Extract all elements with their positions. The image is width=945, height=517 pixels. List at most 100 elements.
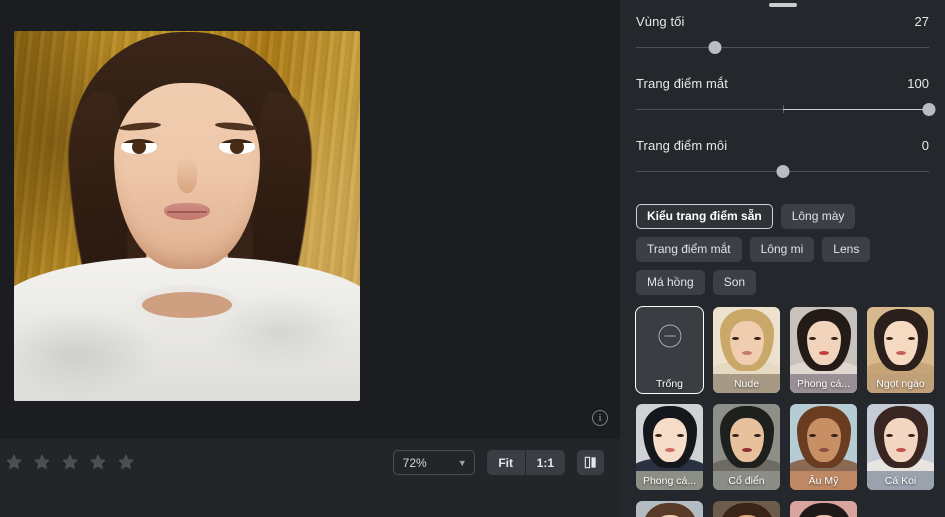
preset-portrait-eye-right: [754, 337, 761, 340]
slider-value: 0: [922, 138, 929, 153]
star-icon[interactable]: [61, 453, 79, 471]
slider-knob[interactable]: [923, 103, 936, 116]
zoom-controls: 72% ▼ Fit 1:1: [393, 450, 604, 475]
slider-header: Trang điểm mắt 100: [636, 76, 929, 91]
preset-thumbnail[interactable]: Cá Koi: [867, 404, 934, 490]
one-to-one-button[interactable]: 1:1: [525, 450, 565, 475]
preset-portrait-eye-right: [908, 434, 915, 437]
slider-header: Vùng tối 27: [636, 14, 929, 29]
preset-thumbnail[interactable]: Âu Mỹ: [790, 404, 857, 490]
slider-track[interactable]: [636, 165, 929, 179]
preset-portrait-lips: [819, 351, 829, 355]
slider-knob[interactable]: [776, 165, 789, 178]
preset-portrait-lips: [742, 448, 752, 452]
canvas-area: i 72% ▼ Fit 1:1: [0, 0, 620, 517]
preset-portrait-face: [884, 321, 918, 365]
fit-button[interactable]: Fit: [487, 450, 525, 475]
preset-thumbnail-label: Âu Mỹ: [790, 471, 857, 490]
slider-row: Trang điểm môi 0: [636, 138, 929, 179]
preset-portrait-eye-right: [908, 337, 915, 340]
star-icon[interactable]: [117, 453, 135, 471]
preset-thumbnail-label: Cổ điển: [713, 471, 780, 490]
preset-portrait-eye-left: [886, 434, 893, 437]
compare-split-button[interactable]: [577, 450, 604, 475]
slider-track[interactable]: [636, 41, 929, 55]
preset-thumbnail-label: Phong cá...: [790, 374, 857, 393]
slider-value: 27: [915, 14, 929, 29]
preset-thumbnail-label: Phong cá...: [636, 471, 703, 490]
preset-portrait-eye-right: [754, 434, 761, 437]
preset-thumbnail[interactable]: Ngọt ngào: [867, 307, 934, 393]
slider-rail: [636, 47, 929, 48]
zoom-level-value: 72%: [403, 456, 427, 470]
preset-portrait-eye-right: [677, 434, 684, 437]
photo-subject-lips: [164, 203, 210, 220]
slider-track[interactable]: [636, 103, 929, 117]
photo-subject-nose: [177, 157, 197, 193]
category-chip[interactable]: Lông mi: [750, 237, 815, 262]
photo-subject-eye-left: [121, 139, 157, 154]
photo-subject-shirt: [14, 257, 360, 401]
slider-value: 100: [907, 76, 929, 91]
preset-thumbnail-image: [636, 501, 703, 517]
preset-thumbnail[interactable]: [636, 501, 703, 517]
preset-thumbnail-image: [790, 501, 857, 517]
preset-portrait-eye-left: [732, 434, 739, 437]
zoom-level-select[interactable]: 72% ▼: [393, 450, 475, 475]
preset-portrait-face: [807, 321, 841, 365]
category-chip[interactable]: Má hồng: [636, 270, 705, 295]
preset-portrait-lips: [896, 351, 906, 355]
zoom-mode-group: Fit 1:1: [487, 450, 565, 475]
preset-thumbnail[interactable]: Phong cá...: [636, 404, 703, 490]
panel-drag-handle[interactable]: [769, 3, 797, 7]
star-icon[interactable]: [33, 453, 51, 471]
preset-portrait-face: [653, 418, 687, 462]
preset-portrait-lips: [665, 448, 675, 452]
preset-thumbnail-label: Nude: [713, 374, 780, 393]
slider-fill: [783, 109, 930, 110]
photo-preview[interactable]: [14, 31, 360, 401]
preset-thumbnail[interactable]: Trống: [636, 307, 703, 393]
preset-thumbnail-label: Ngọt ngào: [867, 374, 934, 393]
slider-label: Vùng tối: [636, 14, 685, 29]
minus-circle-icon: [658, 325, 681, 348]
preset-thumbnail-label: Trống: [636, 374, 703, 393]
adjustments-panel: Vùng tối 27 Trang điểm mắt 100 Trang điểm mô…: [620, 0, 945, 517]
preset-portrait-lips: [819, 448, 829, 452]
category-chip[interactable]: Lens: [822, 237, 870, 262]
compare-icon: [583, 455, 598, 470]
slider-list: Vùng tối 27 Trang điểm mắt 100 Trang điểm mô…: [620, 0, 945, 179]
category-chip[interactable]: Kiểu trang điểm sẵn: [636, 204, 773, 229]
preset-portrait-eye-right: [831, 434, 838, 437]
bottom-toolbar: 72% ▼ Fit 1:1: [0, 438, 620, 517]
category-chip[interactable]: Trang điểm mắt: [636, 237, 742, 262]
preset-portrait-face: [807, 418, 841, 462]
slider-header: Trang điểm môi 0: [636, 138, 929, 153]
app-root: i 72% ▼ Fit 1:1: [0, 0, 945, 517]
star-rating[interactable]: [5, 453, 135, 471]
info-icon[interactable]: i: [592, 410, 608, 426]
preset-portrait-lips: [742, 351, 752, 355]
preset-thumbnail-grid: Trống Nude Phong cá... Ngọt ngào Phong cá...…: [620, 295, 945, 517]
preset-portrait-eye-left: [886, 337, 893, 340]
star-icon[interactable]: [5, 453, 23, 471]
slider-label: Trang điểm mắt: [636, 76, 728, 91]
photo-subject-collar: [135, 285, 239, 325]
preset-portrait-eye-left: [732, 337, 739, 340]
slider-row: Vùng tối 27: [636, 14, 929, 55]
preset-thumbnail[interactable]: Cổ điển: [713, 404, 780, 490]
preset-thumbnail[interactable]: [713, 501, 780, 517]
preset-thumbnail-label: Cá Koi: [867, 471, 934, 490]
preset-portrait-face: [884, 418, 918, 462]
slider-label: Trang điểm môi: [636, 138, 727, 153]
category-chip[interactable]: Lông mày: [781, 204, 856, 229]
preset-portrait-eye-right: [831, 337, 838, 340]
preset-thumbnail-image: [713, 501, 780, 517]
slider-knob[interactable]: [709, 41, 722, 54]
preset-thumbnail[interactable]: Nude: [713, 307, 780, 393]
preset-thumbnail[interactable]: [790, 501, 857, 517]
slider-row: Trang điểm mắt 100: [636, 76, 929, 117]
preset-thumbnail[interactable]: Phong cá...: [790, 307, 857, 393]
star-icon[interactable]: [89, 453, 107, 471]
category-chip[interactable]: Son: [713, 270, 756, 295]
